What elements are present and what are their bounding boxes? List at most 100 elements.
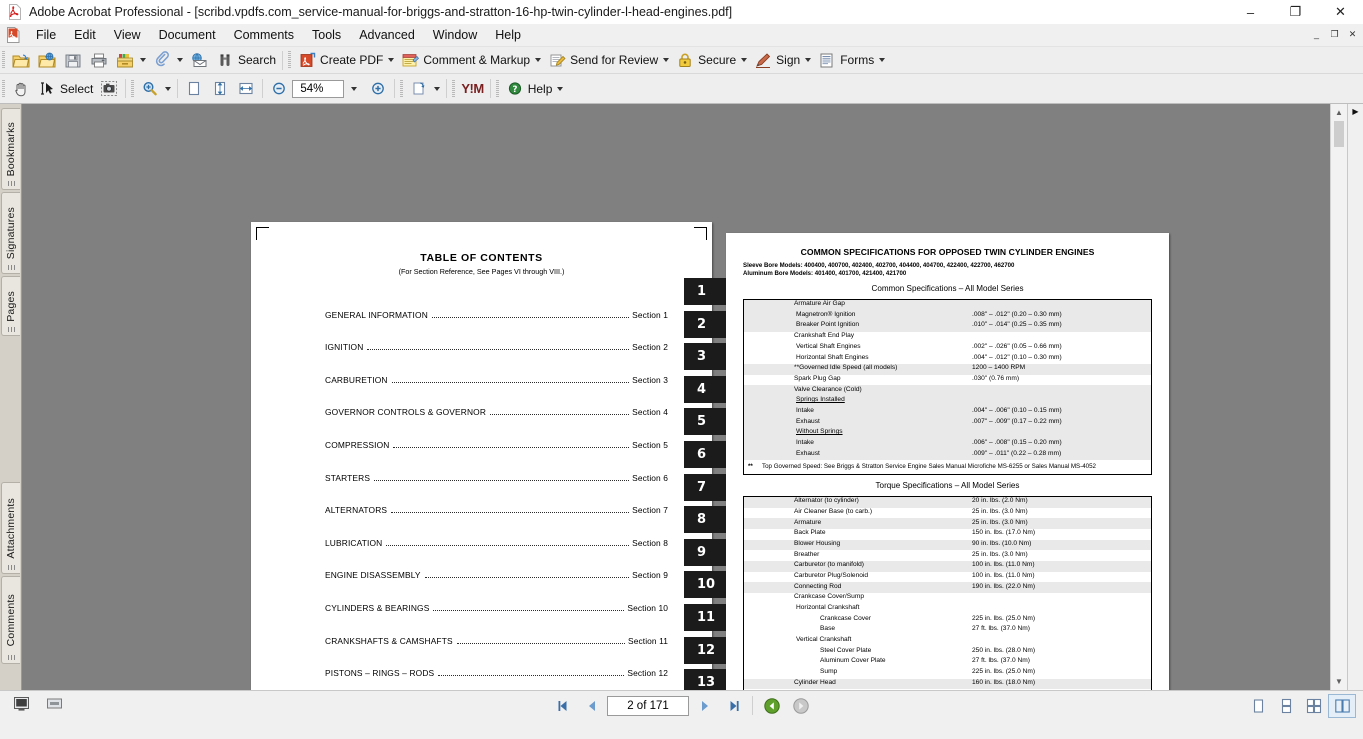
toc-entry[interactable]: LUBRICATIONSection 8 xyxy=(325,515,668,548)
chevron-down-icon[interactable] xyxy=(557,87,563,91)
chevron-down-icon[interactable] xyxy=(434,87,440,91)
select-tool-button[interactable]: Select xyxy=(34,78,96,100)
help-button[interactable]: ? Help xyxy=(502,78,567,100)
zoom-out-button[interactable] xyxy=(266,78,292,100)
facing-view-button[interactable] xyxy=(1329,695,1355,717)
next-view-button[interactable] xyxy=(787,695,814,717)
send-for-review-button[interactable]: Send for Review xyxy=(544,49,672,71)
toc-entry[interactable]: GENERAL INFORMATIONSection 1 xyxy=(325,287,668,320)
chevron-down-icon[interactable] xyxy=(388,58,394,62)
fit-width-button[interactable] xyxy=(233,78,259,100)
menu-comments[interactable]: Comments xyxy=(225,25,303,45)
close-button[interactable]: ✕ xyxy=(1318,0,1363,24)
mdi-restore-button[interactable]: ❐ xyxy=(1326,26,1343,42)
secure-button[interactable]: Secure xyxy=(672,49,750,71)
actual-size-button[interactable] xyxy=(181,78,207,100)
menu-window[interactable]: Window xyxy=(424,25,486,45)
toolbar-grip[interactable] xyxy=(496,80,499,98)
menu-help[interactable]: Help xyxy=(486,25,530,45)
zoom-in-tool-button[interactable] xyxy=(137,78,174,100)
toolbar-grip[interactable] xyxy=(2,80,5,98)
restore-button[interactable]: ❐ xyxy=(1273,0,1318,24)
create-pdf-button[interactable]: Create PDF xyxy=(294,49,397,71)
facing-continuous-view-button[interactable] xyxy=(1301,695,1327,717)
chevron-down-icon[interactable] xyxy=(805,58,811,62)
chevron-down-icon[interactable] xyxy=(535,58,541,62)
toc-entry[interactable]: COMPRESSIONSection 5 xyxy=(325,417,668,450)
toc-entry[interactable]: IGNITIONSection 2 xyxy=(325,320,668,353)
pdf-page-specifications[interactable]: COMMON SPECIFICATIONS FOR OPPOSED TWIN C… xyxy=(726,233,1169,690)
chevron-down-icon[interactable] xyxy=(879,58,885,62)
continuous-view-button[interactable] xyxy=(1273,695,1299,717)
save-button[interactable] xyxy=(60,49,86,71)
document-vertical-scrollbar[interactable]: ▲ ▼ xyxy=(1330,104,1347,690)
sidebar-tab-attachments[interactable]: Attachments xyxy=(1,482,20,574)
toc-entry[interactable]: CYLINDERS & BEARINGSSection 10 xyxy=(325,580,668,613)
sidebar-tab-pages[interactable]: Pages xyxy=(1,276,20,336)
sidebar-tab-bookmarks[interactable]: Bookmarks xyxy=(1,108,20,190)
email-button[interactable] xyxy=(186,49,212,71)
toc-entry[interactable]: STARTERSSection 6 xyxy=(325,450,668,483)
menu-file[interactable]: File xyxy=(27,25,65,45)
sign-button[interactable]: Sign xyxy=(750,49,814,71)
single-page-view-button[interactable] xyxy=(1245,695,1271,717)
scroll-down-button[interactable]: ▼ xyxy=(1331,673,1347,690)
scroll-thumb[interactable] xyxy=(1334,121,1344,147)
next-page-button[interactable] xyxy=(691,695,718,717)
mdi-close-button[interactable]: ✕ xyxy=(1344,26,1361,42)
zoom-in-button[interactable] xyxy=(365,78,391,100)
print-button[interactable] xyxy=(86,49,112,71)
toolbar-grip[interactable] xyxy=(2,51,5,69)
hand-tool-button[interactable] xyxy=(8,78,34,100)
toolbar-grip[interactable] xyxy=(400,80,403,98)
snapshot-tool-button[interactable] xyxy=(96,78,122,100)
toolbar-grip[interactable] xyxy=(452,80,455,98)
toc-entry[interactable]: ENGINE DISASSEMBLYSection 9 xyxy=(325,548,668,581)
email-attach-button[interactable] xyxy=(112,49,149,71)
toc-entry[interactable]: ALTERNATORSSection 7 xyxy=(325,483,668,516)
toc-entry[interactable]: ENGINE ASSEMBLYSection 13 xyxy=(325,678,668,690)
yahoo-messenger-button[interactable]: Y!M xyxy=(458,78,486,100)
comment-markup-button[interactable]: Comment & Markup xyxy=(397,49,544,71)
chevron-down-icon[interactable] xyxy=(140,58,146,62)
spec-row-value: .009" – .011" (0.22 – 0.28 mm) xyxy=(972,450,1151,460)
first-page-button[interactable] xyxy=(549,695,576,717)
page-rotate-tool-button[interactable] xyxy=(406,78,443,100)
menu-view[interactable]: View xyxy=(105,25,150,45)
toc-entry[interactable]: CARBURETIONSection 3 xyxy=(325,352,668,385)
organizer-button[interactable] xyxy=(34,49,60,71)
toc-entry[interactable]: GOVERNOR CONTROLS & GOVERNORSection 4 xyxy=(325,385,668,418)
previous-page-button[interactable] xyxy=(578,695,605,717)
menu-edit[interactable]: Edit xyxy=(65,25,105,45)
sidebar-tab-comments[interactable]: Comments xyxy=(1,576,20,664)
mdi-minimize-button[interactable]: _ xyxy=(1308,26,1325,42)
minimize-button[interactable]: – xyxy=(1228,0,1273,24)
toc-entry[interactable]: PISTONS – RINGS – RODSSection 12 xyxy=(325,646,668,679)
menu-advanced[interactable]: Advanced xyxy=(350,25,424,45)
attach-file-button[interactable] xyxy=(149,49,186,71)
forms-button[interactable]: Forms xyxy=(814,49,888,71)
expand-pane-arrow-icon[interactable]: ▶ xyxy=(1348,104,1363,118)
toolbar-grip[interactable] xyxy=(131,80,134,98)
previous-view-button[interactable] xyxy=(758,695,785,717)
spec-row-value: 25 in. lbs. (3.0 Nm) xyxy=(972,551,1151,561)
chevron-down-icon[interactable] xyxy=(663,58,669,62)
toolbar-grip[interactable] xyxy=(288,51,291,69)
sidebar-tab-signatures[interactable]: Signatures xyxy=(1,192,20,274)
last-page-button[interactable] xyxy=(720,695,747,717)
toc-entry[interactable]: CRANKSHAFTS & CAMSHAFTSSection 11 xyxy=(325,613,668,646)
fit-page-button[interactable] xyxy=(207,78,233,100)
menu-tools[interactable]: Tools xyxy=(303,25,350,45)
document-viewport[interactable]: TABLE OF CONTENTS (For Section Reference… xyxy=(22,104,1347,690)
pdf-page-toc[interactable]: TABLE OF CONTENTS (For Section Reference… xyxy=(251,222,712,690)
open-file-button[interactable] xyxy=(8,49,34,71)
zoom-level-input[interactable]: 54% xyxy=(292,80,344,98)
scroll-up-button[interactable]: ▲ xyxy=(1331,104,1347,121)
chevron-down-icon[interactable] xyxy=(741,58,747,62)
page-number-input[interactable]: 2 of 171 xyxy=(607,696,689,716)
chevron-down-icon[interactable] xyxy=(165,87,171,91)
chevron-down-icon[interactable] xyxy=(177,58,183,62)
search-button[interactable]: Search xyxy=(212,49,279,71)
menu-document[interactable]: Document xyxy=(150,25,225,45)
zoom-dropdown-chevron-down-icon[interactable] xyxy=(351,87,357,91)
